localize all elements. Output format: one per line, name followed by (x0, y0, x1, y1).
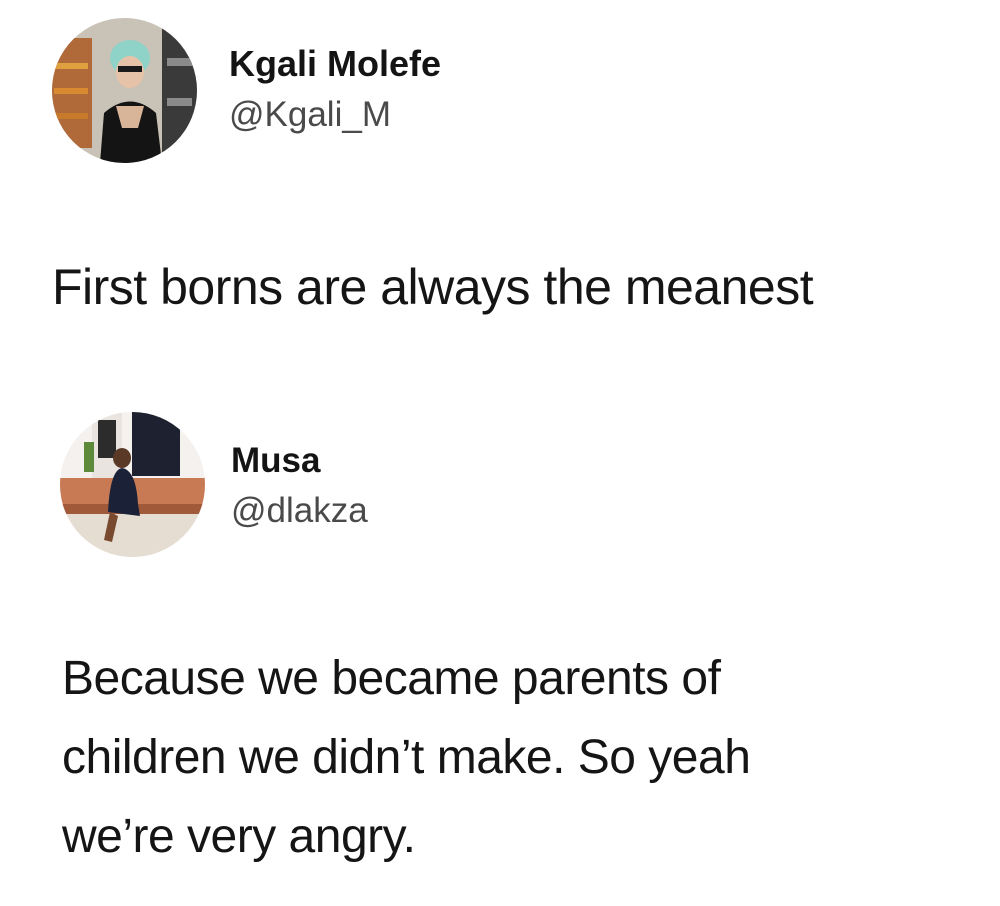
tweet-author-handle[interactable]: @Kgali_M (229, 94, 391, 136)
reply-text-line: Because we became parents of (62, 652, 721, 705)
reply-author-handle[interactable]: @dlakza (231, 490, 368, 532)
reply-text-line: we’re very angry. (62, 810, 416, 863)
reply-text: Because we became parents of children we… (62, 639, 751, 876)
reply-text-line: children we didn’t make. So yeah (62, 731, 751, 784)
tweet-author-avatar[interactable] (52, 18, 197, 163)
tweet-text: First borns are always the meanest (52, 259, 814, 315)
reply-author-avatar[interactable] (60, 412, 205, 557)
profile-photo-woman-seated-icon (60, 412, 205, 557)
profile-photo-woman-icon (52, 18, 197, 163)
reply-author-name[interactable]: Musa (231, 440, 320, 482)
tweet-author-name[interactable]: Kgali Molefe (229, 42, 441, 86)
